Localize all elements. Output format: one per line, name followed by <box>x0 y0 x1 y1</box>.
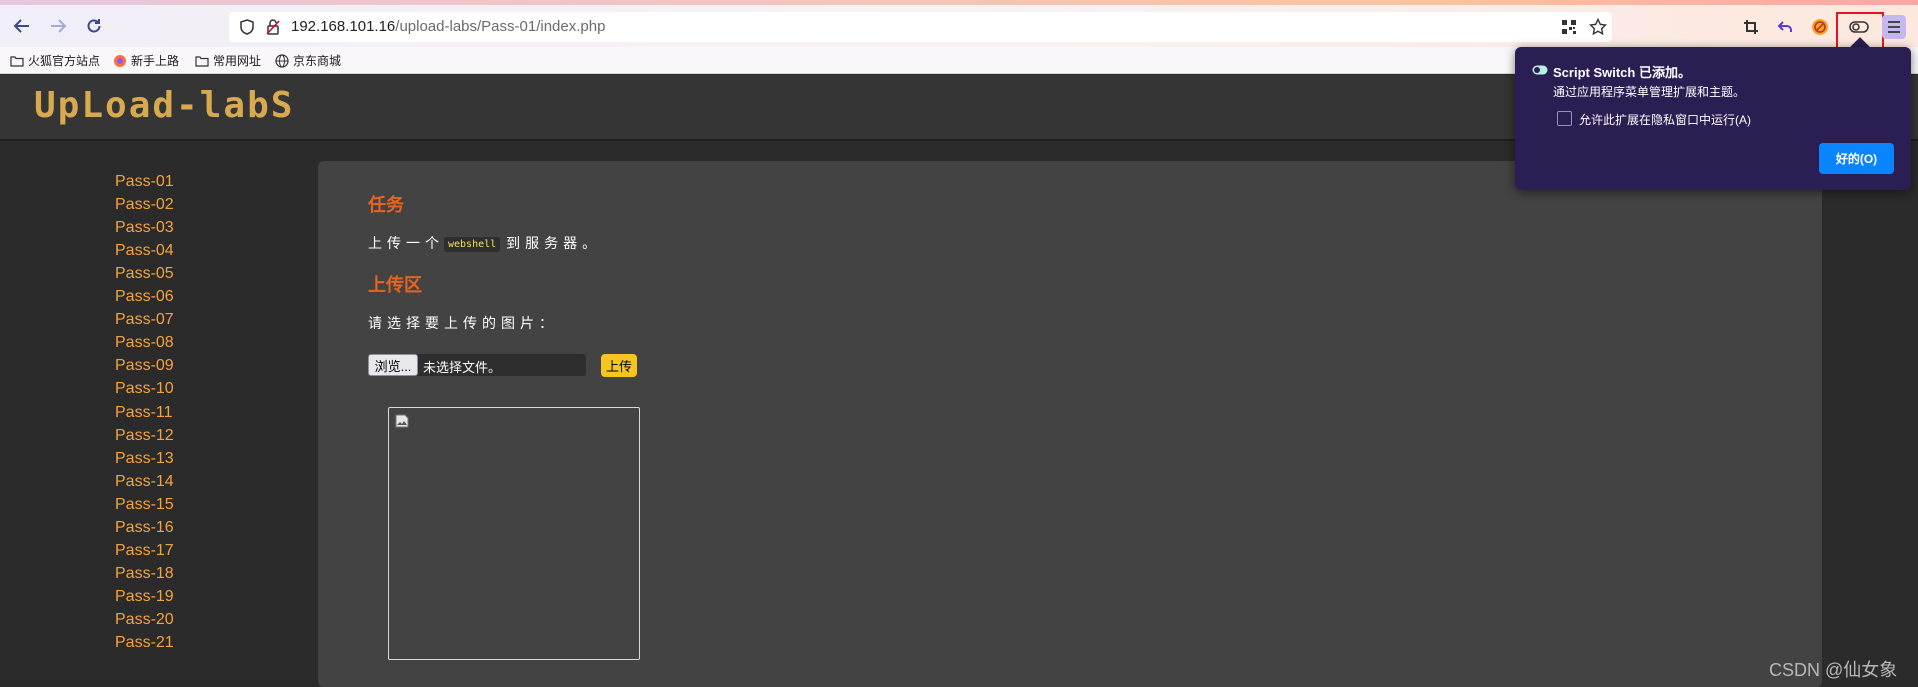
no-file-label: 未选择文件。 <box>423 360 502 375</box>
arrow-right-icon <box>51 19 67 33</box>
folder-icon <box>10 55 24 67</box>
crop-icon[interactable] <box>1739 15 1763 39</box>
globe-icon <box>275 53 289 68</box>
task-suffix: 到服务器。 <box>506 235 602 251</box>
browse-button[interactable]: 浏览... <box>368 354 418 376</box>
sidebar-item-pass-18[interactable]: Pass-18 <box>115 565 174 583</box>
task-code: webshell <box>444 236 501 252</box>
bookmark-getting-started[interactable]: 新手上路 <box>113 52 179 69</box>
sidebar-item-pass-15[interactable]: Pass-15 <box>115 496 174 514</box>
bookmark-label: 火狐官方站点 <box>28 54 101 68</box>
private-window-checkbox[interactable] <box>1557 111 1572 126</box>
sidebar-item-pass-12[interactable]: Pass-12 <box>115 427 174 445</box>
url-bar[interactable]: 192.168.101.16/upload-labs/Pass-01/index… <box>229 12 1612 42</box>
reload-icon <box>87 19 101 33</box>
sidebar-item-pass-03[interactable]: Pass-03 <box>115 219 174 237</box>
sidebar-item-pass-19[interactable]: Pass-19 <box>115 588 174 606</box>
sidebar-item-pass-06[interactable]: Pass-06 <box>115 288 174 306</box>
popup-subtitle: 通过应用程序菜单管理扩展和主题。 <box>1553 85 1746 99</box>
undo-arrow-icon[interactable] <box>1773 15 1797 39</box>
star-icon[interactable] <box>1588 17 1608 37</box>
sidebar-item-pass-02[interactable]: Pass-02 <box>115 196 174 214</box>
bookmark-label: 新手上路 <box>131 54 180 68</box>
bookmark-common-sites[interactable]: 常用网址 <box>195 52 261 69</box>
sidebar-item-pass-14[interactable]: Pass-14 <box>115 473 174 491</box>
sidebar-item-pass-11[interactable]: Pass-11 <box>115 404 173 422</box>
sidebar-item-pass-04[interactable]: Pass-04 <box>115 242 174 260</box>
task-prefix: 上传一个 <box>368 235 444 251</box>
shield-icon[interactable] <box>237 17 257 37</box>
sidebar-item-pass-01[interactable]: Pass-01 <box>115 173 174 191</box>
sidebar-item-pass-16[interactable]: Pass-16 <box>115 519 174 537</box>
sidebar-item-pass-20[interactable]: Pass-20 <box>115 611 174 629</box>
bookmark-jd[interactable]: 京东商城 <box>275 52 341 69</box>
private-window-checkbox-label[interactable]: 允许此扩展在隐私窗口中运行(A) <box>1579 111 1751 128</box>
menu-icon[interactable] <box>1882 15 1906 39</box>
browser-toolbar: 192.168.101.16/upload-labs/Pass-01/index… <box>0 5 1918 50</box>
upload-section-title: 上传区 <box>368 275 422 295</box>
back-button[interactable] <box>8 12 36 40</box>
broken-image-icon <box>395 414 409 428</box>
task-title: 任务 <box>368 195 404 215</box>
bookmark-label: 京东商城 <box>293 54 342 68</box>
sidebar-item-pass-07[interactable]: Pass-07 <box>115 311 174 329</box>
right-margin <box>1822 143 1918 687</box>
reload-button[interactable] <box>80 12 108 40</box>
task-description: 上传一个 webshell 到服务器。 <box>368 233 601 253</box>
ok-button[interactable]: 好的(O) <box>1819 143 1894 174</box>
folder-icon <box>195 55 209 67</box>
file-input[interactable]: 浏览... 未选择文件。 <box>368 354 586 376</box>
blocked-extension-icon[interactable] <box>1808 15 1832 39</box>
url-text[interactable]: 192.168.101.16/upload-labs/Pass-01/index… <box>291 18 605 35</box>
forward-button[interactable] <box>44 12 72 40</box>
insecure-lock-icon[interactable] <box>263 17 283 37</box>
csdn-watermark: CSDN @仙女象 <box>1769 660 1898 680</box>
main-content: 任务 上传一个 webshell 到服务器。 上传区 请选择要上传的图片： 浏览..… <box>318 161 1822 687</box>
url-path: /upload-labs/Pass-01/index.php <box>395 18 606 35</box>
sidebar-item-pass-08[interactable]: Pass-08 <box>115 334 174 352</box>
qr-code-icon[interactable] <box>1559 17 1579 37</box>
toggle-switch-icon <box>1532 65 1548 75</box>
select-image-label: 请选择要上传的图片： <box>368 315 558 331</box>
image-preview <box>388 407 640 660</box>
popup-title: Script Switch 已添加。 <box>1553 65 1691 80</box>
bookmark-label: 常用网址 <box>213 54 262 68</box>
sidebar-item-pass-17[interactable]: Pass-17 <box>115 542 174 560</box>
sidebar-item-pass-13[interactable]: Pass-13 <box>115 450 174 468</box>
sidebar-item-pass-05[interactable]: Pass-05 <box>115 265 174 283</box>
sidebar-item-pass-10[interactable]: Pass-10 <box>115 380 174 398</box>
sidebar-item-pass-21[interactable]: Pass-21 <box>115 634 174 652</box>
upload-button[interactable]: 上传 <box>601 354 637 377</box>
site-logo[interactable]: UpLoad-labS <box>34 85 294 126</box>
firefox-icon <box>114 54 126 67</box>
bookmark-firefox-official[interactable]: 火狐官方站点 <box>10 52 100 69</box>
sidebar: Pass-01 Pass-02 Pass-03 Pass-04 Pass-05 Pass-… <box>0 143 318 687</box>
sidebar-item-pass-09[interactable]: Pass-09 <box>115 357 174 375</box>
arrow-left-icon <box>13 19 29 33</box>
extension-added-popup: Script Switch 已添加。 通过应用程序菜单管理扩展和主题。 允许此扩… <box>1515 47 1911 190</box>
url-host: 192.168.101.16 <box>291 18 396 35</box>
